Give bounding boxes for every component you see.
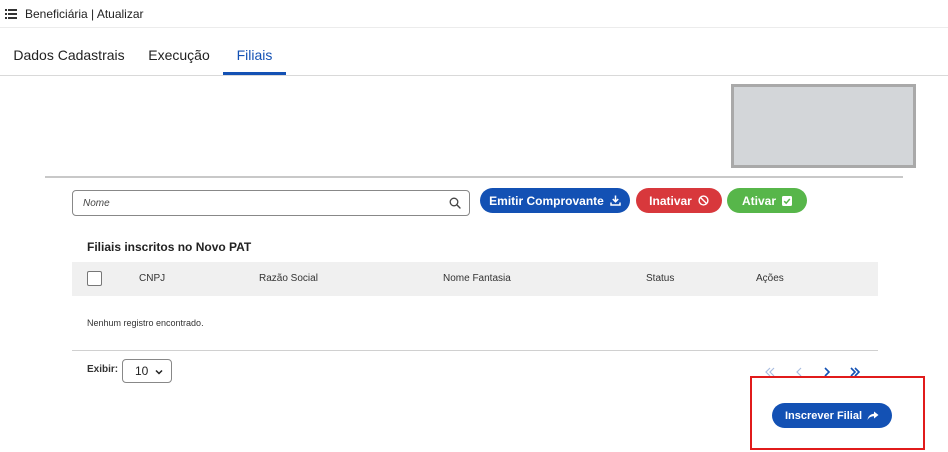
column-header-nome-fantasia[interactable]: Nome Fantasia bbox=[443, 262, 511, 296]
inactivate-label: Inativar bbox=[649, 193, 692, 208]
inactivate-button[interactable]: Inativar bbox=[636, 188, 722, 213]
enroll-branch-button[interactable]: Inscrever Filial bbox=[772, 403, 892, 428]
activate-label: Ativar bbox=[741, 193, 776, 208]
page-size-select[interactable]: 10 bbox=[122, 359, 172, 383]
search-field[interactable] bbox=[72, 190, 470, 216]
top-bar: Beneficiária | Atualizar bbox=[0, 0, 948, 28]
tab-filiais[interactable]: Filiais bbox=[223, 36, 286, 75]
section-divider bbox=[45, 176, 903, 178]
ban-icon bbox=[698, 195, 709, 206]
search-icon[interactable] bbox=[449, 197, 461, 209]
tab-bar: Dados Cadastrais Execução Filiais bbox=[0, 36, 948, 76]
tab-dados-cadastrais[interactable]: Dados Cadastrais bbox=[9, 36, 129, 75]
emit-receipt-label: Emitir Comprovante bbox=[489, 193, 604, 208]
emit-receipt-button[interactable]: Emitir Comprovante bbox=[480, 188, 630, 213]
download-icon bbox=[610, 195, 621, 206]
column-header-status[interactable]: Status bbox=[646, 262, 674, 296]
page-size-label: Exibir: bbox=[87, 364, 119, 375]
activate-button[interactable]: Ativar bbox=[727, 188, 807, 213]
column-header-acoes: Ações bbox=[756, 273, 784, 284]
tab-execucao[interactable]: Execução bbox=[142, 36, 216, 75]
table-header: CNPJ Razão Social Nome Fantasia Status A… bbox=[72, 262, 878, 296]
list-menu-icon[interactable] bbox=[5, 8, 17, 19]
empty-table-message: Nenhum registro encontrado. bbox=[87, 318, 204, 328]
page-size-value: 10 bbox=[135, 364, 149, 378]
table-title: Filiais inscritos no Novo PAT bbox=[87, 240, 252, 254]
page-title: Beneficiária | Atualizar bbox=[25, 6, 144, 21]
enroll-branch-label: Inscrever Filial bbox=[784, 409, 863, 422]
search-input[interactable] bbox=[73, 191, 443, 215]
chevron-down-icon bbox=[155, 369, 163, 375]
select-all-checkbox[interactable] bbox=[87, 271, 102, 286]
image-placeholder bbox=[731, 84, 916, 168]
check-square-icon bbox=[782, 195, 792, 206]
share-arrow-icon bbox=[867, 411, 879, 420]
column-header-razao-social[interactable]: Razão Social bbox=[259, 262, 318, 296]
table-divider bbox=[72, 350, 878, 351]
column-header-cnpj[interactable]: CNPJ bbox=[139, 262, 165, 296]
